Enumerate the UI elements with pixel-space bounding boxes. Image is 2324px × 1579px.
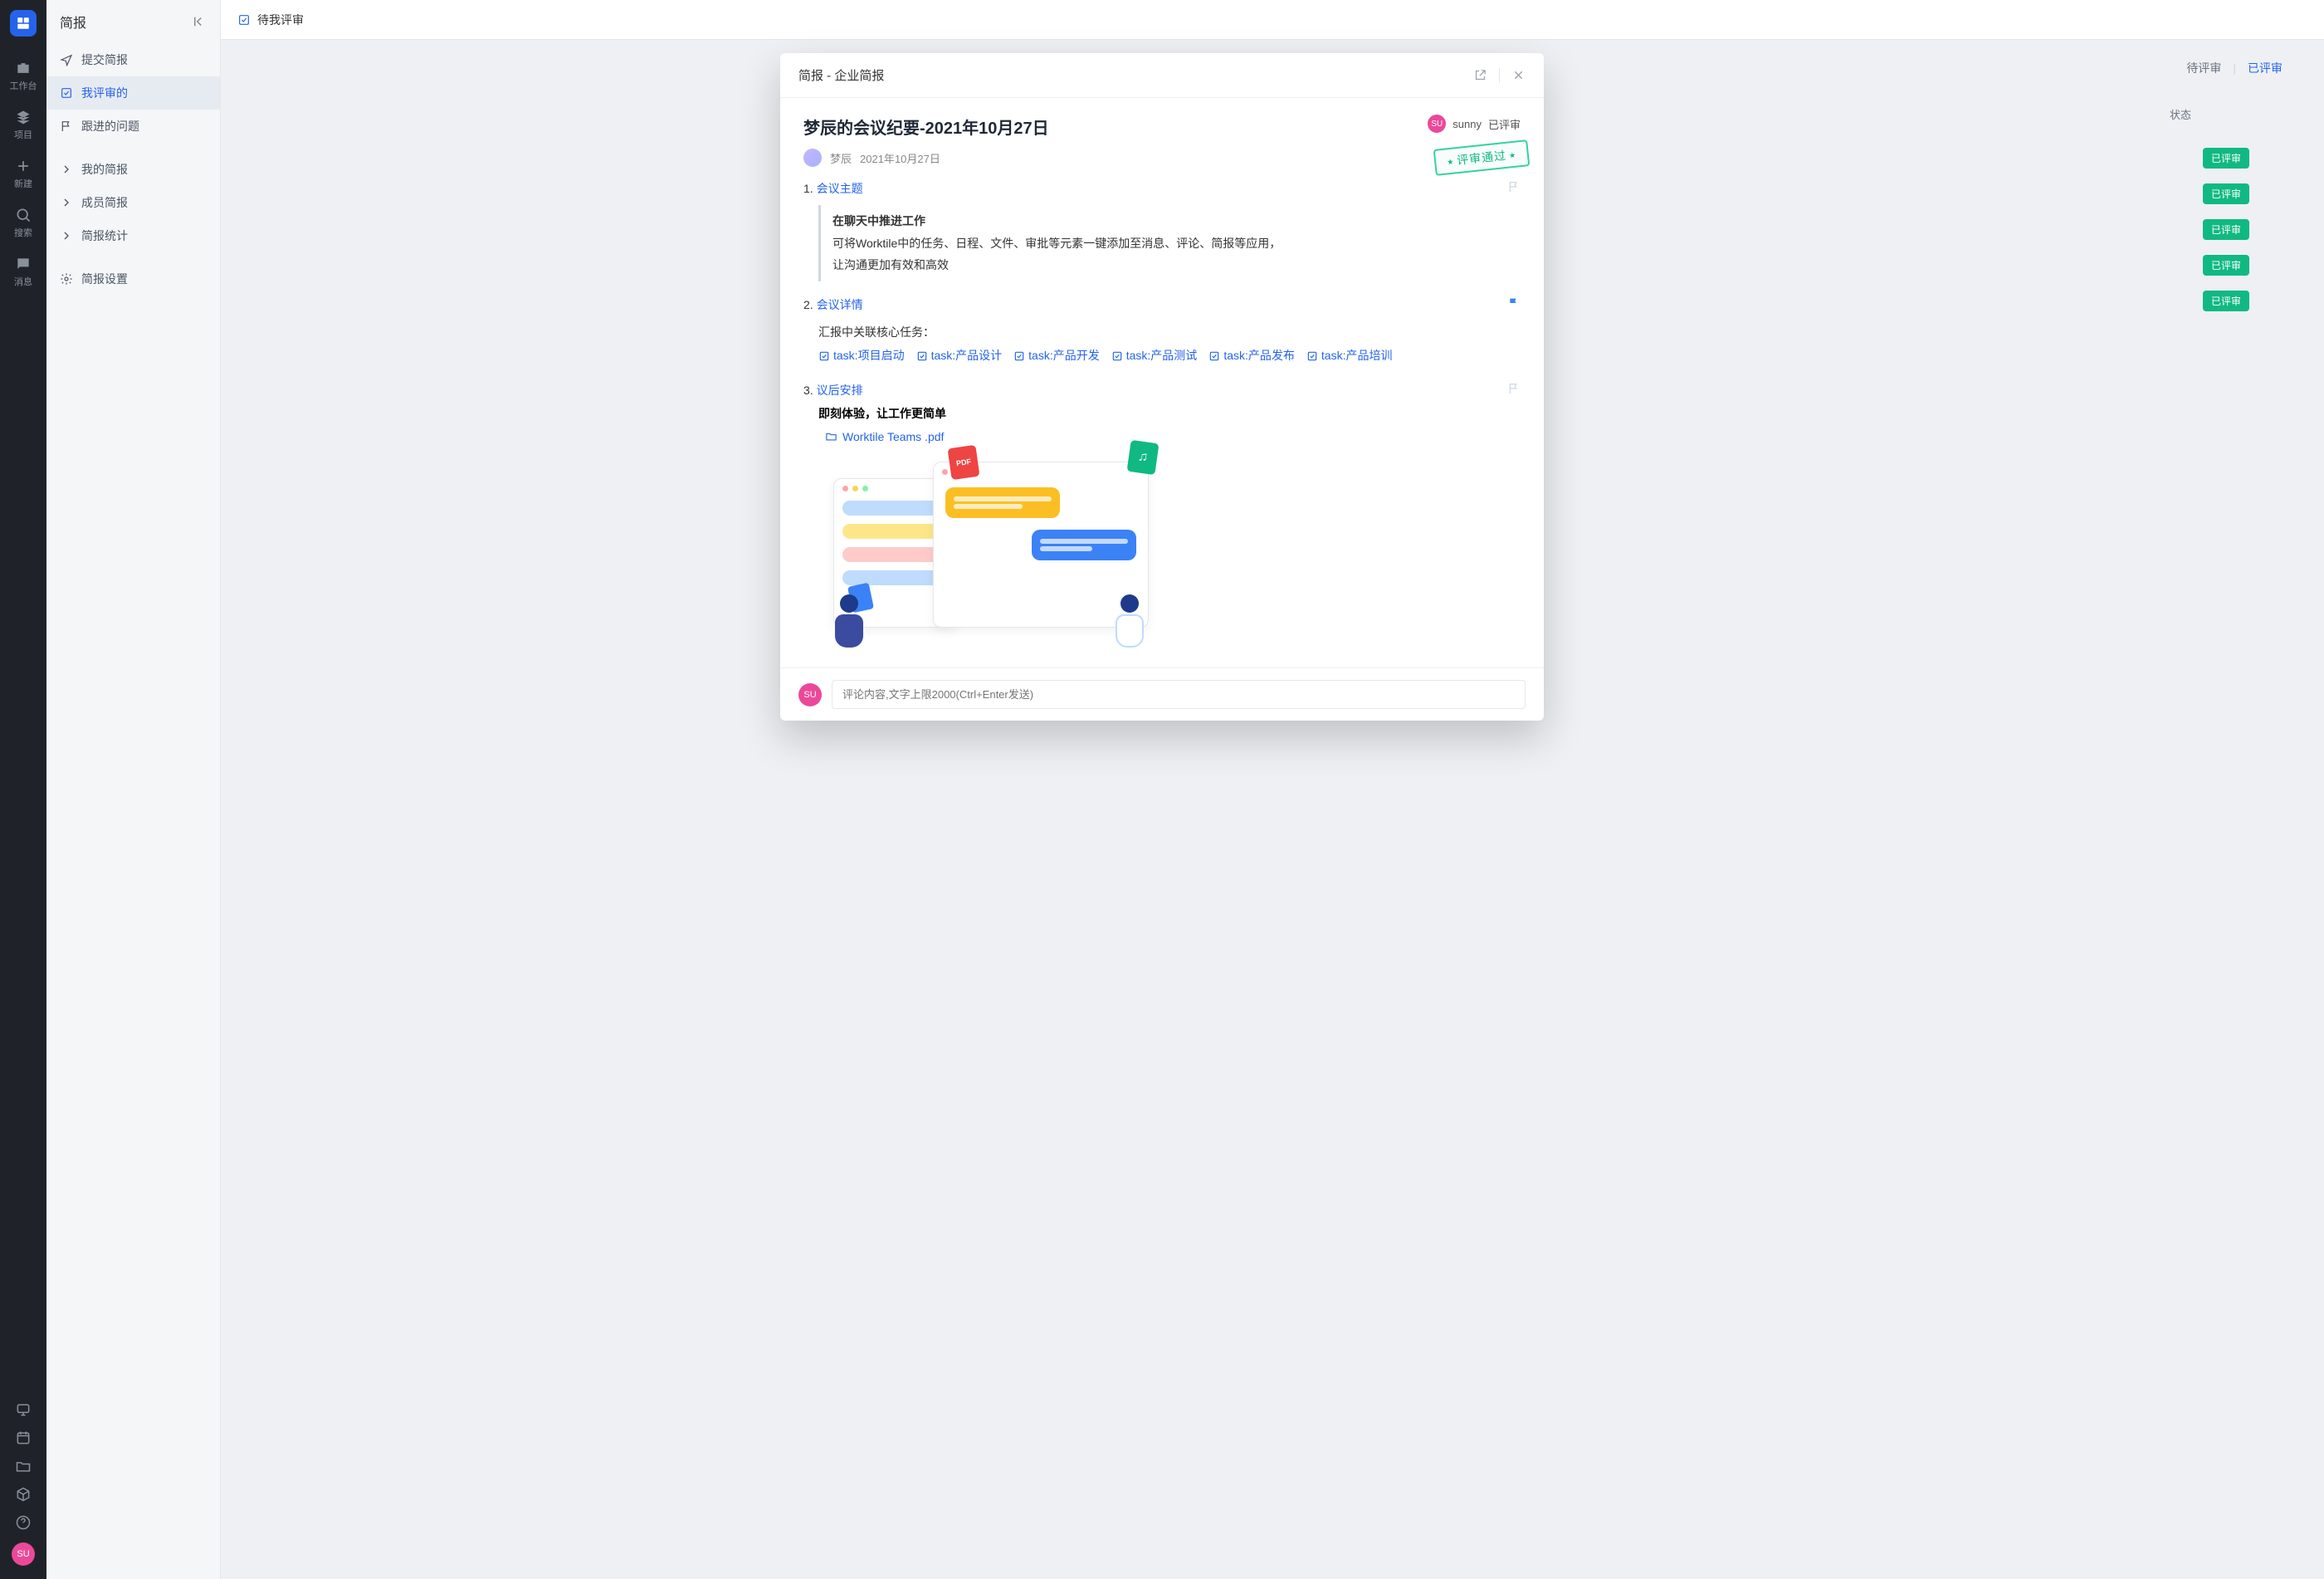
task-link-group: task:项目启动 task:产品设计 task:产品开发 task:产品测试 … xyxy=(818,345,1521,367)
quote-bold: 在聊天中推进工作 xyxy=(832,214,925,227)
section-3-bold: 即刻体验，让工作更简单 xyxy=(818,405,1521,422)
flag-icon[interactable] xyxy=(1507,296,1521,310)
task-icon xyxy=(818,350,830,362)
section-heading: 2. 会议详情 xyxy=(803,298,863,311)
reviewer-avatar: SU xyxy=(1428,115,1446,133)
document-meta: 梦辰 2021年10月27日 xyxy=(803,149,1521,167)
section-3: 3. 议后安排 即刻体验，让工作更简单 Worktile Teams .pdf xyxy=(803,382,1521,645)
task-link[interactable]: task:产品测试 xyxy=(1111,345,1198,367)
illustration: PDF ♫ xyxy=(833,462,1165,644)
author-avatar xyxy=(803,149,822,167)
task-icon xyxy=(1208,350,1220,362)
pdf-badge-icon: PDF xyxy=(948,445,980,480)
detail-intro: 汇报中关联核心任务： xyxy=(818,325,935,339)
document-title: 梦辰的会议纪要-2021年10月27日 xyxy=(803,115,1521,139)
document-date: 2021年10月27日 xyxy=(860,150,940,166)
file-attachment[interactable]: Worktile Teams .pdf xyxy=(825,430,944,443)
close-icon[interactable] xyxy=(1511,68,1526,82)
task-icon xyxy=(1013,350,1025,362)
task-link[interactable]: task:产品设计 xyxy=(916,345,1003,367)
modal-footer: SU xyxy=(780,667,1544,721)
quote-line: 可将Worktile中的任务、日程、文件、审批等元素一键添加至消息、评论、简报等… xyxy=(832,237,1281,250)
report-modal: 简报 - 企业简报 SU sunny 已评审 评审通过 梦辰的会议纪要-2021… xyxy=(780,53,1544,721)
task-link[interactable]: task:产品开发 xyxy=(1013,345,1100,367)
modal-overlay: 简报 - 企业简报 SU sunny 已评审 评审通过 梦辰的会议纪要-2021… xyxy=(0,0,2324,1579)
folder-icon xyxy=(825,430,837,442)
section-heading: 1. 会议主题 xyxy=(803,182,863,195)
task-link[interactable]: task:产品培训 xyxy=(1306,345,1393,367)
task-icon xyxy=(916,350,928,362)
flag-icon[interactable] xyxy=(1507,382,1521,395)
comment-avatar: SU xyxy=(798,683,822,706)
comment-input[interactable] xyxy=(832,680,1526,709)
task-link[interactable]: task:项目启动 xyxy=(818,345,905,367)
music-badge-icon: ♫ xyxy=(1127,440,1160,475)
reviewer-row: SU sunny 已评审 xyxy=(1428,115,1521,133)
quote-block: 在聊天中推进工作 可将Worktile中的任务、日程、文件、审批等元素一键添加至… xyxy=(818,205,1521,281)
task-link[interactable]: task:产品发布 xyxy=(1208,345,1295,367)
section-1: 1. 会议主题 在聊天中推进工作 可将Worktile中的任务、日程、文件、审批… xyxy=(803,180,1521,281)
author-name: 梦辰 xyxy=(830,150,852,166)
modal-breadcrumb: 简报 - 企业简报 xyxy=(798,66,884,84)
flag-icon[interactable] xyxy=(1507,180,1521,193)
approval-stamp: 评审通过 xyxy=(1433,139,1530,176)
reviewer-name: sunny xyxy=(1452,118,1482,130)
task-icon xyxy=(1111,350,1123,362)
task-icon xyxy=(1306,350,1318,362)
quote-line: 让沟通更加有效和高效 xyxy=(832,258,949,271)
external-link-icon[interactable] xyxy=(1473,68,1487,82)
reviewer-status: 已评审 xyxy=(1488,116,1521,132)
section-heading: 3. 议后安排 xyxy=(803,384,863,397)
section-2: 2. 会议详情 汇报中关联核心任务： task:项目启动 task:产品设计 t… xyxy=(803,296,1521,367)
